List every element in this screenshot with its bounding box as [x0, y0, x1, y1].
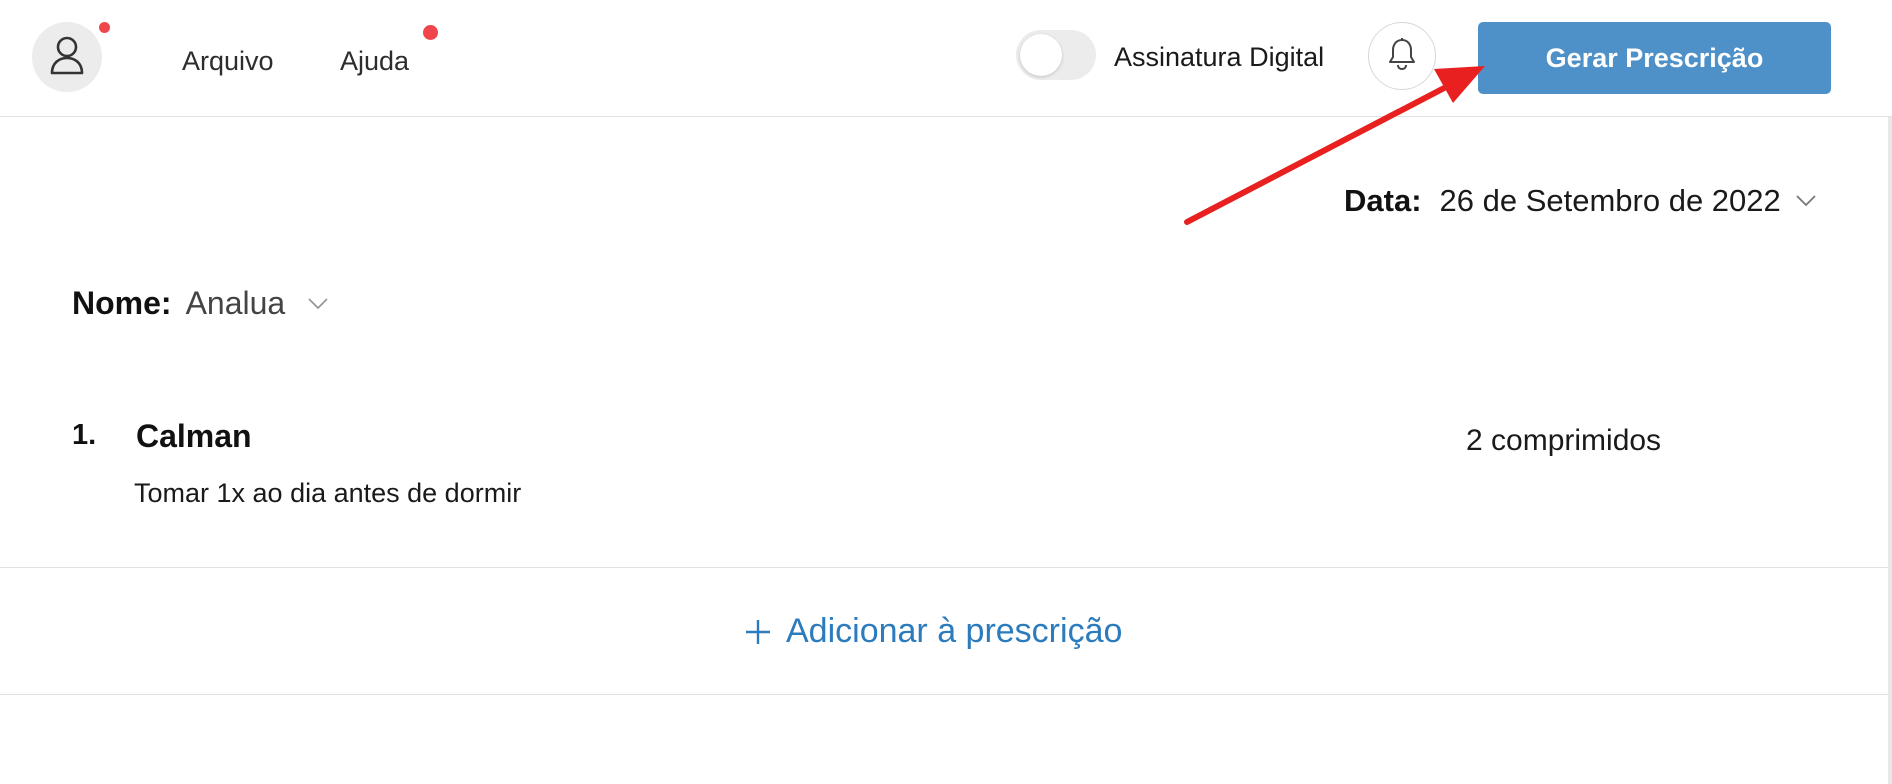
toggle-knob	[1020, 34, 1062, 76]
plus-icon	[744, 618, 772, 646]
name-value[interactable]: Analua	[186, 285, 286, 322]
name-field: Nome: Analua	[72, 285, 329, 322]
menu-ajuda[interactable]: Ajuda	[340, 46, 409, 77]
medication-name: Calman	[136, 418, 252, 454]
chevron-down-icon[interactable]	[1795, 194, 1817, 208]
generate-prescription-button[interactable]: Gerar Prescrição	[1478, 22, 1831, 94]
divider	[0, 694, 1888, 695]
item-number: 1.	[72, 419, 97, 451]
add-to-prescription-button[interactable]: Adicionar à prescrição	[744, 612, 1122, 651]
digital-signature-label: Assinatura Digital	[1114, 42, 1325, 72]
name-label: Nome:	[72, 285, 172, 321]
digital-signature-toggle[interactable]	[1016, 30, 1096, 80]
ajuda-notification-dot	[423, 25, 438, 40]
date-field: Data: 26 de Setembro de 2022	[1344, 183, 1817, 219]
user-avatar-button[interactable]	[32, 22, 102, 92]
annotation-arrow	[1184, 66, 1485, 225]
medication-quantity: 2 comprimidos	[1466, 424, 1662, 457]
add-to-prescription-label: Adicionar à prescrição	[786, 612, 1123, 650]
chevron-down-icon[interactable]	[307, 297, 329, 311]
avatar-notification-dot	[99, 22, 110, 33]
date-value[interactable]: 26 de Setembro de 2022	[1440, 183, 1781, 219]
divider	[0, 567, 1888, 568]
notifications-button[interactable]	[1368, 22, 1436, 90]
medication-instructions: Tomar 1x ao dia antes de dormir	[134, 478, 522, 508]
bell-icon	[1387, 37, 1417, 76]
scrollbar-track[interactable]	[1888, 117, 1892, 784]
top-header: Arquivo Ajuda Assinatura Digital Gerar P…	[0, 0, 1892, 117]
user-icon	[49, 35, 85, 80]
date-label: Data:	[1344, 183, 1422, 218]
menu-arquivo[interactable]: Arquivo	[182, 46, 274, 77]
